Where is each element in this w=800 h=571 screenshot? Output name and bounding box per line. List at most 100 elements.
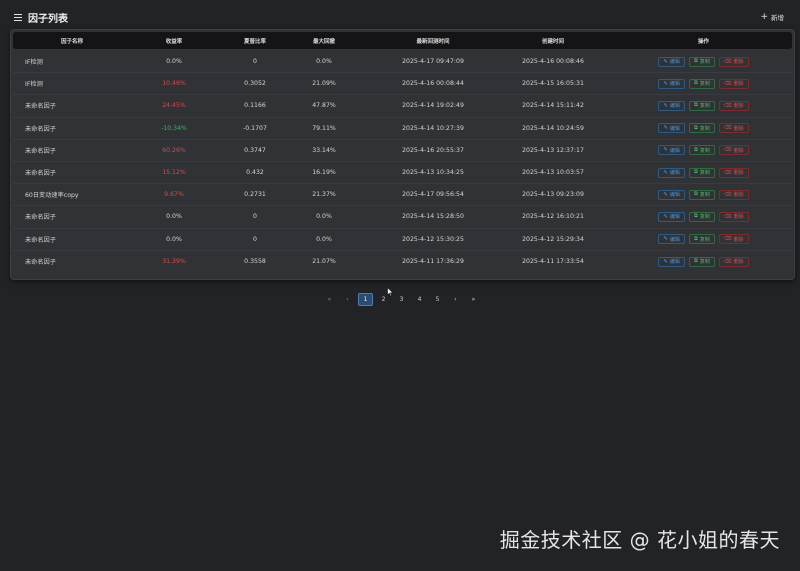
trash-icon: ⌫ bbox=[723, 169, 732, 176]
page-5-button[interactable]: 5 bbox=[430, 293, 445, 306]
edit-label: 编辑 bbox=[669, 125, 680, 132]
copy-icon: ⧉ bbox=[693, 213, 698, 220]
backtest-time-cell: 2025-4-14 15:28:50 bbox=[402, 213, 464, 221]
edit-label: 编辑 bbox=[669, 214, 680, 221]
page-title: 因子列表 bbox=[28, 13, 68, 25]
delete-button[interactable]: ⌫ 删除 bbox=[718, 100, 749, 111]
copy-button[interactable]: ⧉ 复制 bbox=[688, 211, 715, 222]
copy-button[interactable]: ⧉ 复制 bbox=[688, 256, 715, 267]
drawdown-cell: 47.87% bbox=[312, 102, 336, 110]
trash-icon: ⌫ bbox=[723, 236, 732, 243]
edit-button[interactable]: ✎ 编辑 bbox=[658, 234, 685, 245]
copy-button[interactable]: ⧉ 复制 bbox=[688, 167, 715, 178]
delete-button[interactable]: ⌫ 删除 bbox=[718, 189, 749, 200]
trash-icon: ⌫ bbox=[723, 102, 732, 109]
copy-button[interactable]: ⧉ 复制 bbox=[688, 78, 715, 89]
sharpe-cell: 0.3747 bbox=[244, 146, 266, 154]
delete-button[interactable]: ⌫ 删除 bbox=[718, 78, 749, 89]
factor-name-cell: 未命名因子 bbox=[25, 170, 56, 178]
table-row: 未命名因子 24.45% 0.1166 47.87% 2025-4-14 19:02:4… bbox=[13, 95, 792, 118]
edit-button[interactable]: ✎ 编辑 bbox=[658, 167, 685, 178]
edit-label: 编辑 bbox=[669, 81, 680, 88]
next-page-button[interactable]: › bbox=[448, 293, 463, 306]
add-factor-label: 新增 bbox=[771, 14, 784, 22]
copy-icon: ⧉ bbox=[693, 191, 698, 198]
factor-name-cell: IF检测 bbox=[25, 59, 43, 67]
edit-button[interactable]: ✎ 编辑 bbox=[658, 100, 685, 111]
edit-label: 编辑 bbox=[669, 259, 680, 266]
return-cell: 60.26% bbox=[162, 146, 186, 154]
action-buttons: ✎ 编辑 ⧉ 复制 ⌫ 删除 bbox=[658, 78, 749, 89]
delete-label: 删除 bbox=[733, 125, 744, 132]
actions-cell: ✎ 编辑 ⧉ 复制 ⌫ 删除 bbox=[643, 73, 764, 94]
copy-label: 复制 bbox=[699, 59, 710, 66]
created-time-cell: 2025-4-16 00:08:46 bbox=[522, 58, 584, 66]
column-header-drawdown: 最大回撤 bbox=[312, 38, 335, 45]
copy-button[interactable]: ⧉ 复制 bbox=[688, 123, 715, 134]
drawdown-cell: 21.37% bbox=[312, 191, 336, 199]
delete-button[interactable]: ⌫ 删除 bbox=[718, 145, 749, 156]
trash-icon: ⌫ bbox=[723, 80, 732, 87]
created-time-cell: 2025-4-12 15:29:34 bbox=[522, 235, 584, 243]
created-time-cell: 2025-4-11 17:33:54 bbox=[522, 258, 584, 266]
copy-icon: ⧉ bbox=[693, 102, 698, 109]
delete-label: 删除 bbox=[733, 214, 744, 221]
edit-button[interactable]: ✎ 编辑 bbox=[658, 123, 685, 134]
copy-button[interactable]: ⧉ 复制 bbox=[688, 56, 715, 67]
page-1-button[interactable]: 1 bbox=[358, 293, 373, 306]
created-time-cell: 2025-4-14 10:24:59 bbox=[522, 124, 584, 132]
edit-button[interactable]: ✎ 编辑 bbox=[658, 211, 685, 222]
page-3-button[interactable]: 3 bbox=[394, 293, 409, 306]
delete-button[interactable]: ⌫ 删除 bbox=[718, 256, 749, 267]
first-page-button[interactable]: « bbox=[322, 293, 337, 306]
copy-button[interactable]: ⧉ 复制 bbox=[688, 145, 715, 156]
factor-name-cell: 60日变动速率copy bbox=[25, 192, 79, 200]
edit-button[interactable]: ✎ 编辑 bbox=[658, 189, 685, 200]
actions-cell: ✎ 编辑 ⧉ 复制 ⌫ 删除 bbox=[643, 229, 764, 250]
delete-label: 删除 bbox=[733, 59, 744, 66]
edit-icon: ✎ bbox=[663, 80, 668, 87]
delete-button[interactable]: ⌫ 删除 bbox=[718, 211, 749, 222]
action-buttons: ✎ 编辑 ⧉ 复制 ⌫ 删除 bbox=[658, 56, 749, 67]
delete-button[interactable]: ⌫ 删除 bbox=[718, 56, 749, 67]
page-header: 因子列表 + 新增 bbox=[14, 9, 786, 25]
created-time-cell: 2025-4-13 10:03:57 bbox=[522, 169, 584, 177]
edit-button[interactable]: ✎ 编辑 bbox=[658, 145, 685, 156]
edit-button[interactable]: ✎ 编辑 bbox=[658, 56, 685, 67]
edit-label: 编辑 bbox=[669, 147, 680, 154]
return-cell: 31.39% bbox=[162, 258, 186, 266]
edit-label: 编辑 bbox=[669, 170, 680, 177]
edit-icon: ✎ bbox=[663, 169, 668, 176]
prev-page-button[interactable]: ‹ bbox=[340, 293, 355, 306]
last-page-button[interactable]: » bbox=[466, 293, 481, 306]
trash-icon: ⌫ bbox=[723, 258, 732, 265]
copy-icon: ⧉ bbox=[693, 80, 698, 87]
copy-button[interactable]: ⧉ 复制 bbox=[688, 100, 715, 111]
delete-label: 删除 bbox=[733, 236, 744, 243]
actions-cell: ✎ 编辑 ⧉ 复制 ⌫ 删除 bbox=[643, 140, 764, 161]
edit-button[interactable]: ✎ 编辑 bbox=[658, 78, 685, 89]
backtest-time-cell: 2025-4-17 09:47:09 bbox=[402, 58, 464, 66]
menu-icon[interactable] bbox=[14, 13, 22, 21]
table-row: 60日变动速率copy 9.67% 0.2731 21.37% 2025-4-17 09… bbox=[13, 184, 792, 207]
add-factor-button[interactable]: + 新增 bbox=[760, 12, 784, 22]
trash-icon: ⌫ bbox=[723, 58, 732, 65]
delete-button[interactable]: ⌫ 删除 bbox=[718, 123, 749, 134]
copy-icon: ⧉ bbox=[693, 169, 698, 176]
actions-cell: ✎ 编辑 ⧉ 复制 ⌫ 删除 bbox=[643, 251, 764, 273]
delete-button[interactable]: ⌫ 删除 bbox=[718, 167, 749, 178]
backtest-time-cell: 2025-4-14 19:02:49 bbox=[402, 102, 464, 110]
sharpe-cell: 0 bbox=[253, 58, 257, 66]
copy-button[interactable]: ⧉ 复制 bbox=[688, 234, 715, 245]
table-row: 未命名因子 0.0% 0 0.0% 2025-4-12 15:30:25 2025-4-1… bbox=[13, 229, 792, 251]
backtest-time-cell: 2025-4-12 15:30:25 bbox=[402, 235, 464, 243]
edit-button[interactable]: ✎ 编辑 bbox=[658, 256, 685, 267]
copy-label: 复制 bbox=[699, 236, 710, 243]
action-buttons: ✎ 编辑 ⧉ 复制 ⌫ 删除 bbox=[658, 167, 749, 178]
factor-name-cell: 未命名因子 bbox=[25, 259, 56, 267]
action-buttons: ✎ 编辑 ⧉ 复制 ⌫ 删除 bbox=[658, 234, 749, 245]
copy-button[interactable]: ⧉ 复制 bbox=[688, 189, 715, 200]
page-4-button[interactable]: 4 bbox=[412, 293, 427, 306]
actions-cell: ✎ 编辑 ⧉ 复制 ⌫ 删除 bbox=[643, 95, 764, 116]
delete-button[interactable]: ⌫ 删除 bbox=[718, 234, 749, 245]
